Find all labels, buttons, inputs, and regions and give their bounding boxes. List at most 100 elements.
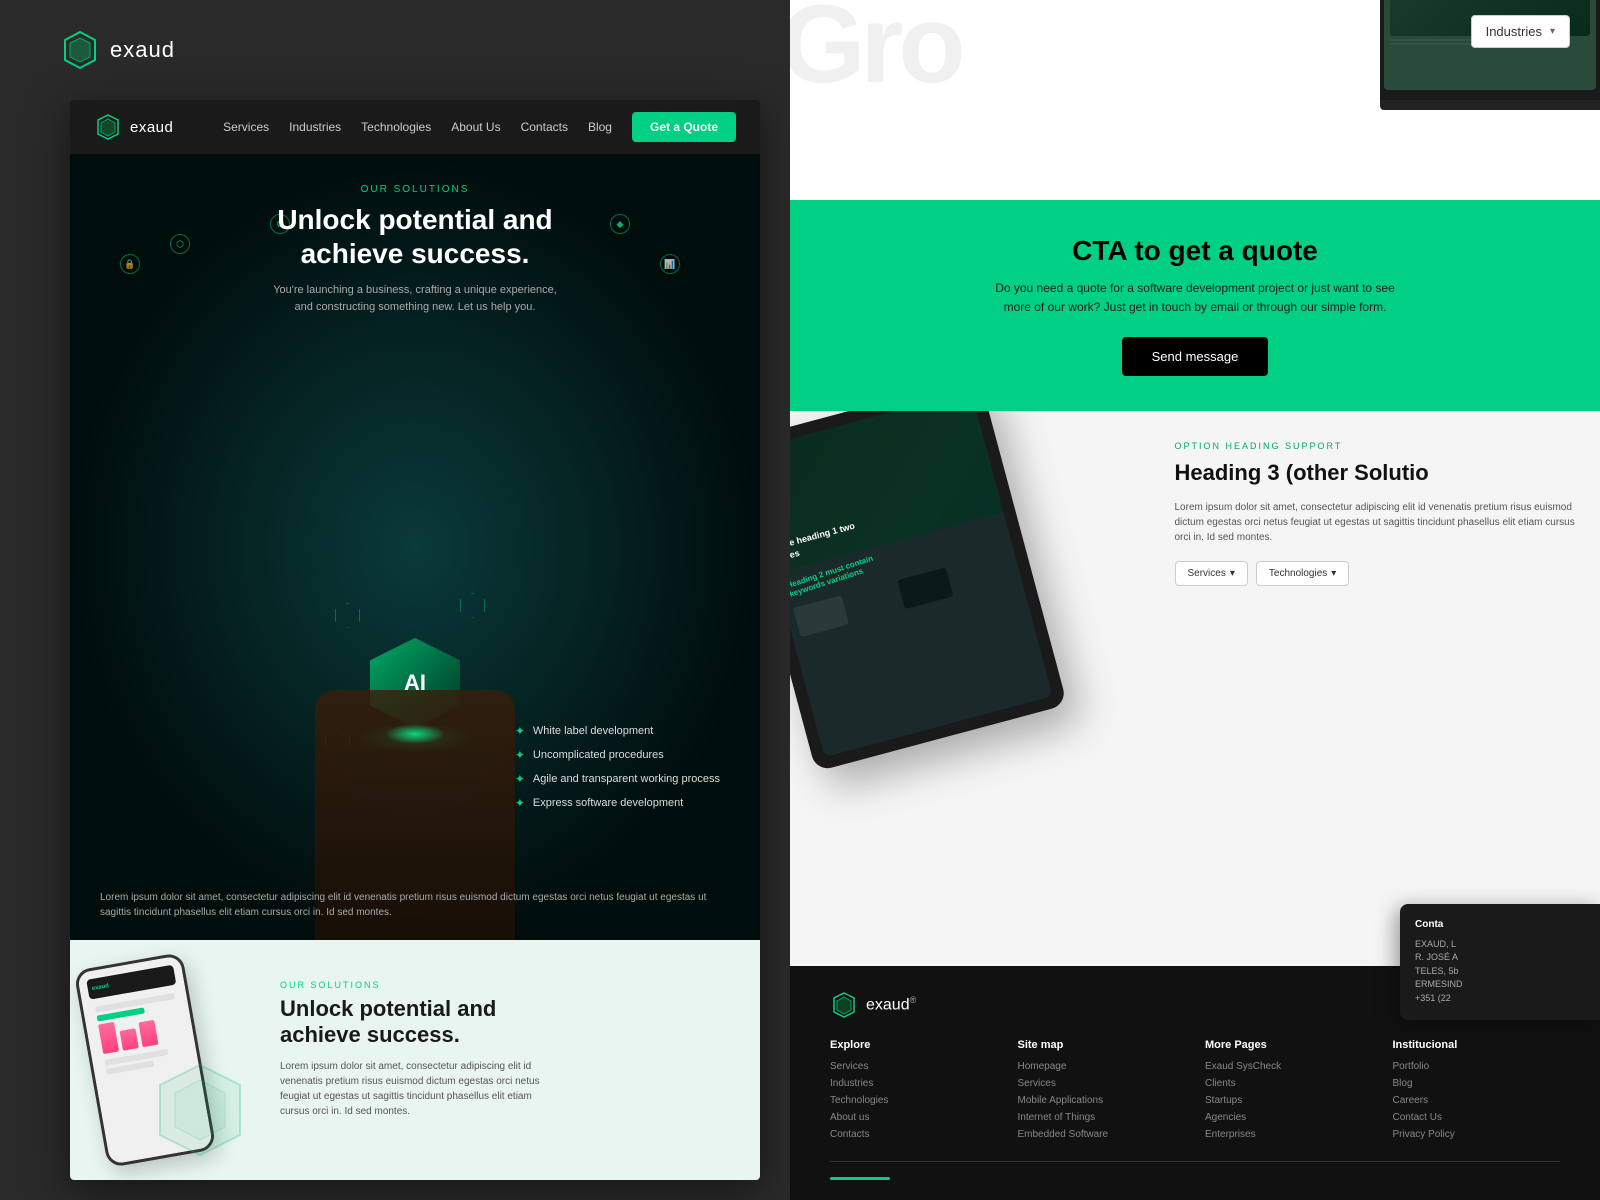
footer-link-careers[interactable]: Careers — [1393, 1095, 1561, 1106]
technologies-tag-button[interactable]: Technologies ▾ — [1256, 561, 1349, 586]
site-header: exaud Services Industries Technologies A… — [70, 100, 760, 154]
phone-brand: exaud — [91, 983, 109, 992]
nav-contacts[interactable]: Contacts — [521, 120, 568, 134]
feature-text-4: Express software development — [533, 797, 683, 809]
hero-content: OUR SOLUTIONS Unlock potential and achie… — [70, 184, 760, 335]
footer-col-institucional: Institucional Portfolio Blog Careers Con… — [1393, 1039, 1561, 1146]
tablet-screen: Title heading 1 twolines Heading 2 must … — [790, 411, 1053, 757]
footer-link-agencies[interactable]: Agencies — [1205, 1112, 1373, 1123]
cta-title: CTA to get a quote — [840, 235, 1550, 267]
bottom-title: Unlock potential and achieve success. — [280, 996, 560, 1049]
footer-col-explore-title: Explore — [830, 1039, 998, 1051]
footer-green-accent — [830, 1177, 890, 1180]
services-chevron: ▾ — [1230, 568, 1235, 579]
solution-option-tag: OPTION HEADING SUPPORT — [1175, 441, 1581, 451]
send-message-button[interactable]: Send message — [1122, 337, 1269, 376]
footer-link-iot[interactable]: Internet of Things — [1018, 1112, 1186, 1123]
nav-about[interactable]: About Us — [451, 120, 500, 134]
footer-columns: Explore Services Industries Technologies… — [830, 1039, 1560, 1146]
feature-icon-2: ✦ — [515, 748, 525, 762]
footer-link-blog[interactable]: Blog — [1393, 1078, 1561, 1089]
footer-col-sitemap: Site map Homepage Services Mobile Applic… — [1018, 1039, 1186, 1146]
bottom-content: OUR SOLUTIONS Unlock potential and achie… — [280, 960, 560, 1160]
hero-glow-orb — [385, 724, 445, 744]
feature-3: ✦ Agile and transparent working process — [515, 772, 720, 786]
footer-link-industries[interactable]: Industries — [830, 1078, 998, 1089]
left-panel: exaud Services Industries Technologies A… — [70, 100, 760, 1180]
laptop-base — [1380, 100, 1600, 110]
top-logo: exaud — [60, 30, 175, 70]
cta-section: CTA to get a quote Do you need a quote f… — [790, 200, 1600, 411]
technologies-label: Technologies — [1269, 568, 1327, 579]
tablet-footer-images — [793, 552, 1013, 638]
feature-icon-1: ✦ — [515, 724, 525, 738]
feature-icon-3: ✦ — [515, 772, 525, 786]
footer-link-sitemap-services[interactable]: Services — [1018, 1078, 1186, 1089]
solution-content: OPTION HEADING SUPPORT Heading 3 (other … — [1155, 411, 1600, 966]
top-logo-text: exaud — [110, 37, 175, 63]
hex-deco-1 — [335, 603, 360, 628]
footer-link-embedded[interactable]: Embedded Software — [1018, 1129, 1186, 1140]
cta-description: Do you need a quote for a software devel… — [995, 279, 1395, 317]
solution-title: Heading 3 (other Solutio — [1175, 459, 1581, 488]
feature-text-2: Uncomplicated procedures — [533, 749, 664, 761]
top-right-area: Industries ▾ Gro exaud Website content p… — [790, 0, 1600, 200]
footer-link-privacy[interactable]: Privacy Policy — [1393, 1129, 1561, 1140]
bottom-description: Lorem ipsum dolor sit amet, consectetur … — [280, 1059, 560, 1119]
bottom-tag: OUR SOLUTIONS — [280, 980, 560, 990]
get-quote-button[interactable]: Get a Quote — [632, 112, 736, 142]
tablet-mockup: Title heading 1 twolines Heading 2 must … — [790, 411, 1092, 791]
footer-link-portfolio[interactable]: Portfolio — [1393, 1061, 1561, 1072]
footer-link-about[interactable]: About us — [830, 1112, 998, 1123]
contact-card: Conta EXAUD, L R. JOSÉ A TELES, 5b ERMES… — [1400, 904, 1600, 1021]
grow-text-bg: Gro — [790, 0, 961, 100]
site-bottom-section: exaud — [70, 940, 760, 1180]
nav-blog[interactable]: Blog — [588, 120, 612, 134]
nav-technologies[interactable]: Technologies — [361, 120, 431, 134]
footer-link-contacts[interactable]: Contacts — [830, 1129, 998, 1140]
footer-link-mobile[interactable]: Mobile Applications — [1018, 1095, 1186, 1106]
right-panel: Industries ▾ Gro exaud Website content p… — [790, 0, 1600, 1200]
hero-title: Unlock potential and achieve success. — [70, 203, 760, 270]
industries-dropdown[interactable]: Industries ▾ — [1471, 15, 1570, 48]
footer-link-enterprises[interactable]: Enterprises — [1205, 1129, 1373, 1140]
footer-col-more-title: More Pages — [1205, 1039, 1373, 1051]
nav-industries[interactable]: Industries — [289, 120, 341, 134]
site-logo: exaud — [94, 113, 173, 141]
feature-2: ✦ Uncomplicated procedures — [515, 748, 720, 762]
tablet-body: Title heading 1 twolines Heading 2 must … — [790, 411, 1067, 772]
top-logo-icon — [60, 30, 100, 70]
industries-chevron: ▾ — [1550, 26, 1555, 37]
phone-chart-1 — [98, 1022, 119, 1054]
footer-link-technologies[interactable]: Technologies — [830, 1095, 998, 1106]
hex-deco-2 — [460, 593, 485, 618]
footer-link-clients[interactable]: Clients — [1205, 1078, 1373, 1089]
footer-link-startups[interactable]: Startups — [1205, 1095, 1373, 1106]
feature-list: ✦ White label development ✦ Uncomplicate… — [515, 724, 720, 820]
solution-tag-buttons: Services ▾ Technologies ▾ — [1175, 561, 1581, 586]
footer-logo: exaud® — [830, 991, 916, 1019]
feature-text-3: Agile and transparent working process — [533, 773, 720, 785]
solution-section: Title heading 1 twolines Heading 2 must … — [790, 411, 1600, 966]
feature-text-1: White label development — [533, 725, 653, 737]
feature-icon-4: ✦ — [515, 796, 525, 810]
phone-chart-2 — [120, 1028, 139, 1050]
industries-label: Industries — [1486, 24, 1542, 39]
nav-services[interactable]: Services — [223, 120, 269, 134]
footer-link-services[interactable]: Services — [830, 1061, 998, 1072]
services-tag-button[interactable]: Services ▾ — [1175, 561, 1248, 586]
footer-col-explore: Explore Services Industries Technologies… — [830, 1039, 998, 1146]
footer-link-homepage[interactable]: Homepage — [1018, 1061, 1186, 1072]
technologies-chevron: ▾ — [1331, 568, 1336, 579]
footer-logo-text: exaud® — [866, 995, 916, 1014]
services-label: Services — [1188, 568, 1226, 579]
tablet-mockup-area: Title heading 1 twolines Heading 2 must … — [790, 411, 1155, 966]
solution-description: Lorem ipsum dolor sit amet, consectetur … — [1175, 500, 1581, 545]
footer-link-contact-us[interactable]: Contact Us — [1393, 1112, 1561, 1123]
contact-card-details: EXAUD, L R. JOSÉ A TELES, 5b ERMESIND +3… — [1415, 938, 1585, 1006]
hero-description: Lorem ipsum dolor sit amet, consectetur … — [100, 890, 730, 920]
site-logo-icon — [94, 113, 122, 141]
geometric-decoration — [150, 1060, 250, 1160]
footer-link-syscheck[interactable]: Exaud SysCheck — [1205, 1061, 1373, 1072]
site-logo-text: exaud — [130, 119, 173, 136]
